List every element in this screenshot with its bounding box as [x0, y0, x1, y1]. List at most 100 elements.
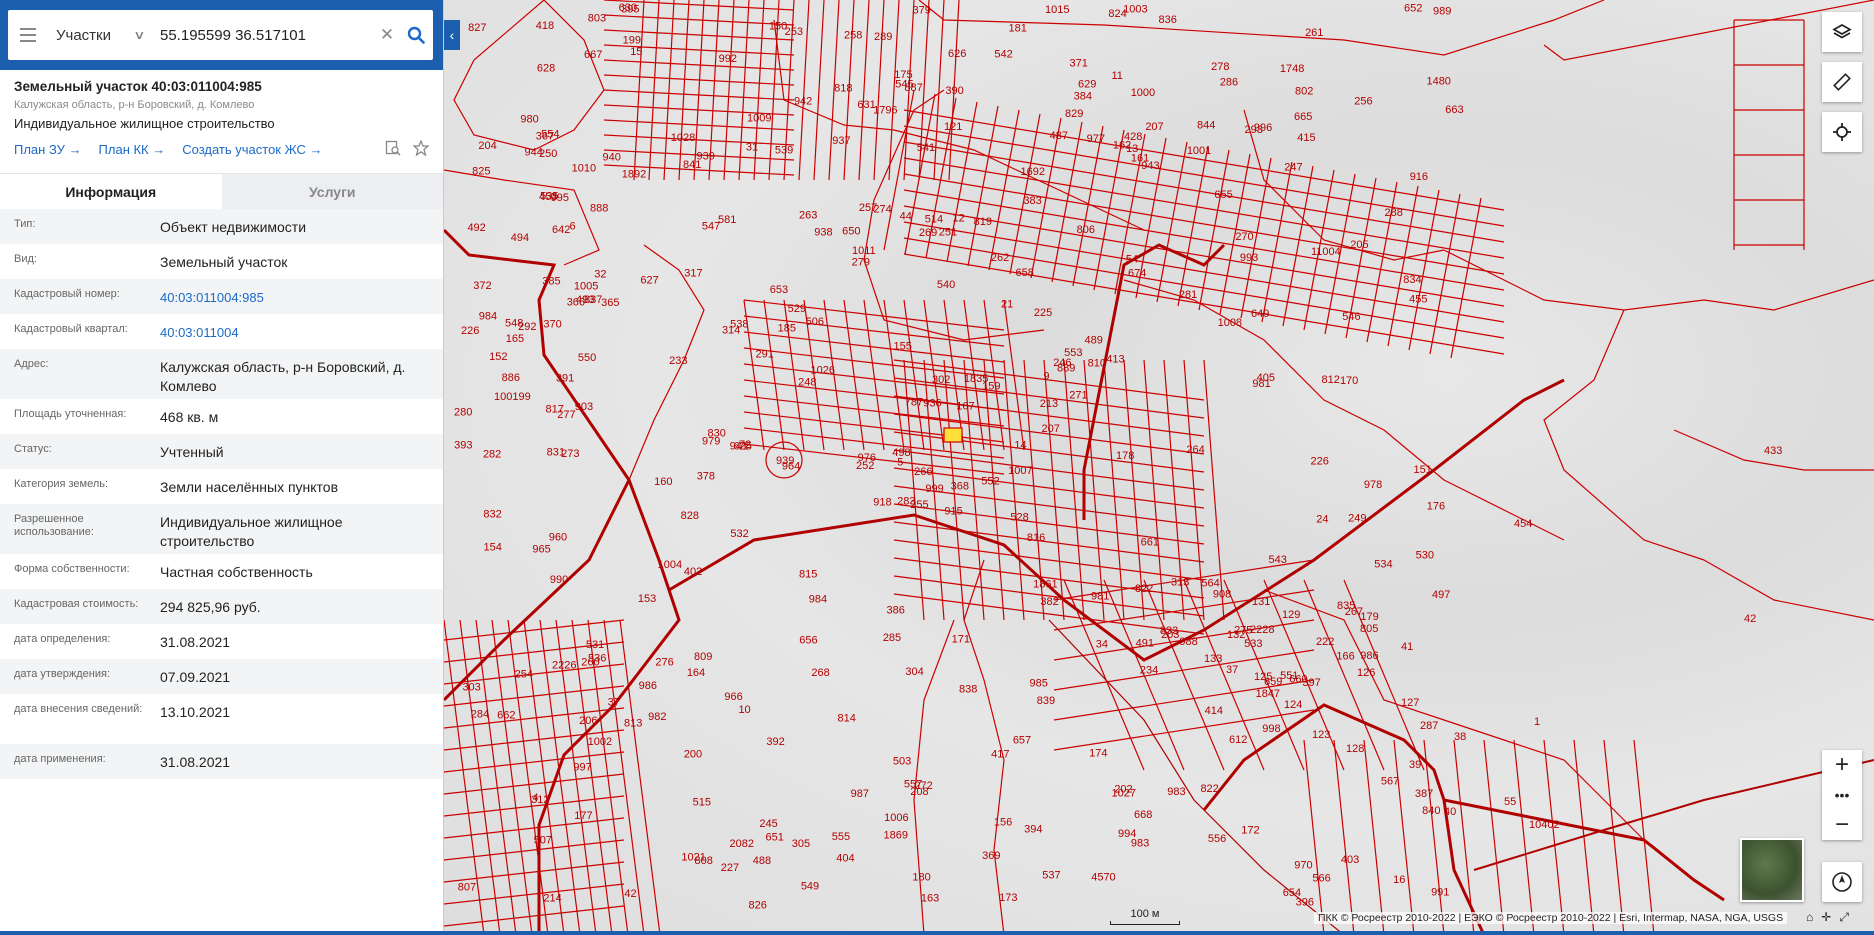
plan-zu-link[interactable]: План ЗУ → [14, 142, 82, 157]
parcel-number-label: 214 [543, 893, 561, 905]
parcel-number-label: 368 [951, 480, 969, 492]
parcel-number-label: 204 [478, 140, 496, 152]
parcel-number-label: 156 [994, 816, 1012, 828]
parcel-number-label: 999 [925, 483, 943, 495]
basemap-thumbnail[interactable] [1740, 838, 1804, 902]
fullscreen-icon[interactable]: ⤢ [1839, 910, 1849, 925]
zoom-out-button[interactable]: − [1822, 810, 1862, 840]
parcel-number-label: 960 [549, 532, 567, 544]
parcel-number-label: 172 [1241, 824, 1259, 836]
parcel-number-label: 164 [687, 667, 705, 679]
parcel-number-label: 807 [458, 882, 476, 894]
parcel-number-label: 916 [1410, 171, 1428, 183]
parcel-number-label: 207 [1041, 423, 1059, 435]
parcel-number-label: 503 [893, 756, 911, 768]
parcel-number-label: 547 [702, 220, 720, 232]
parcel-number-label: 986 [639, 680, 657, 692]
parcel-number-label: 810 [1088, 358, 1106, 370]
parcel-number-label: 990 [550, 574, 568, 586]
parcel-number-label: 628 [537, 63, 555, 75]
parcel-number-label: 395 [621, 4, 639, 16]
layer-select[interactable]: Участки ∨ [48, 27, 152, 44]
parcel-number-label: 491 [1136, 637, 1154, 649]
parcel-number-label: 489 [1084, 335, 1102, 347]
parcel-number-label: 822 [1135, 583, 1153, 595]
clear-icon[interactable]: ✕ [375, 25, 399, 45]
menu-icon[interactable] [8, 10, 48, 60]
cadastral-map[interactable]: 289 667 665 121 428 453 642 100199 72 433 454 497 42… [444, 0, 1874, 935]
parcel-number-label: 100199 [494, 391, 531, 403]
info-value: Индивидуальное жилищное строительство [160, 514, 343, 549]
search-icon[interactable] [399, 26, 433, 44]
scale-line [1110, 921, 1180, 925]
info-value-link[interactable]: 40:03:011004 [160, 323, 429, 349]
parcel-number-label: 1861 [1033, 579, 1057, 591]
parcel-number-label: 16 [1393, 874, 1405, 886]
parcel-number-label: 393 [454, 439, 472, 451]
search-input[interactable] [152, 15, 375, 55]
parcel-number-label: 612 [1229, 734, 1247, 746]
parcel-number-label: 983 [1167, 786, 1185, 798]
parcel-number-label: 173 [999, 892, 1017, 904]
parcel-number-label: 966 [724, 691, 742, 703]
parcel-number-label: 1869 [883, 830, 907, 842]
info-value: 294 825,96 руб. [160, 599, 261, 615]
search-document-icon[interactable] [385, 140, 401, 159]
plan-kk-link[interactable]: План КК → [99, 142, 166, 157]
parcel-number-label: 816 [1027, 532, 1045, 544]
create-parcel-link[interactable]: Создать участок ЖС → [182, 142, 322, 157]
info-value-link[interactable]: 40:03:011004:985 [160, 288, 429, 314]
compass-button[interactable] [1822, 862, 1862, 902]
parcel-number-label: 661 [1141, 536, 1159, 548]
parcel-number-label: 915 [944, 506, 962, 518]
measure-button[interactable] [1822, 62, 1862, 102]
parcel-number-label: 662 [497, 710, 515, 722]
parcel-number-label: 556 [1208, 833, 1226, 845]
parcel-number-label: 993 [1240, 252, 1258, 264]
parcel-number-label: 1892 [622, 169, 646, 181]
parcel-number-label: 836 [1159, 14, 1177, 26]
parcel-number-label: 545 [895, 79, 913, 91]
parcel-number-label: 177 [574, 810, 592, 822]
tab-services[interactable]: Услуги [221, 174, 443, 209]
parcel-number-label: 538 [730, 318, 748, 330]
zoom-in-button[interactable]: + [1822, 750, 1862, 780]
parcel-number-label: 415 [1297, 132, 1315, 144]
locate-small-icon[interactable]: ✛ [1821, 910, 1831, 925]
parcel-address: Калужская область, р-н Боровский, д. Ком… [14, 99, 255, 111]
map-copyright: ПКК © Росреестр 2010-2022 | ЕЭКО © Росре… [1314, 912, 1788, 924]
parcel-number-label: 403 [1341, 854, 1359, 866]
parcel-number-label: 384 [1074, 90, 1092, 102]
parcel-number-label: 1748 [1280, 63, 1304, 75]
parcel-number-label: 627 [640, 275, 658, 287]
parcel-number-label: 1 [1534, 716, 1540, 728]
parcel-number-label: 833 [1160, 625, 1178, 637]
parcel-number-label: 166 [1336, 651, 1354, 663]
star-icon[interactable] [412, 139, 430, 159]
parcel-number-label: 249 [1348, 513, 1366, 525]
parcel-number-label: 825 [472, 165, 490, 177]
parcel-number-label: 506 [806, 316, 824, 328]
parcel-boundaries[interactable]: 28966766512142845364210019972 43345449742… [444, 0, 1874, 935]
parcel-number-label: 655 [1214, 189, 1232, 201]
tab-information[interactable]: Информация [0, 174, 222, 209]
parcel-number-label: 660 [1289, 673, 1307, 685]
parcel-number-label: 997 [573, 762, 591, 774]
parcel-number-label: 497 [1432, 589, 1450, 601]
parcel-number-label: 179 [1360, 611, 1378, 623]
parcel-number-label: 840 [1422, 805, 1440, 817]
collapse-sidebar-button[interactable]: ‹ [444, 20, 460, 50]
parcel-number-label: 494 [511, 232, 529, 244]
parcel-number-label: 546 [1342, 311, 1360, 323]
locate-button[interactable] [1822, 112, 1862, 152]
info-sidebar: Участки ∨ ✕ Земельный участок 40:03:0110… [0, 0, 444, 935]
bottom-accent-bar [0, 931, 1874, 935]
more-icon[interactable]: ••• [1822, 780, 1862, 810]
parcel-number-label: 288 [1385, 207, 1403, 219]
layers-button[interactable] [1822, 12, 1862, 52]
parcel-number-label: 1003 [1123, 4, 1147, 16]
parcel-number-label: 371 [1070, 58, 1088, 70]
parcel-number-label: 124 [1284, 699, 1302, 711]
home-icon[interactable]: ⌂ [1806, 910, 1813, 925]
parcel-number-label: 667 [584, 49, 602, 61]
